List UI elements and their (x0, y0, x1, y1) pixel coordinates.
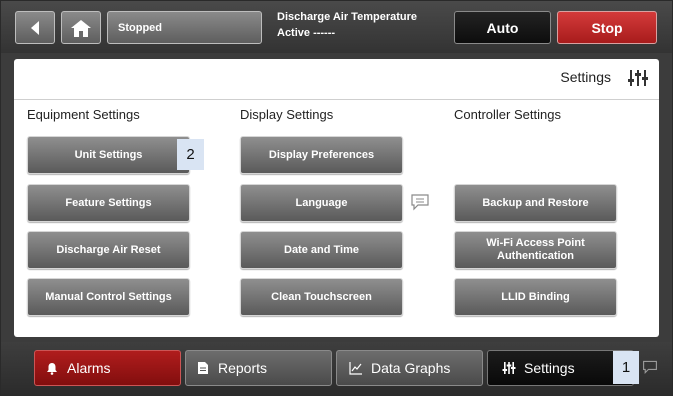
feature-settings-button[interactable]: Feature Settings (27, 184, 190, 222)
unit-settings-button[interactable]: Unit Settings (27, 136, 190, 174)
backup-and-restore-button[interactable]: Backup and Restore (454, 184, 617, 222)
speech-bubble-icon[interactable] (642, 359, 658, 375)
info-status: Active ------ (277, 27, 336, 39)
callout-marker-2: 2 (177, 139, 204, 170)
app-frame: Stopped Discharge Air Temperature Active… (0, 0, 673, 396)
callout-marker-1: 1 (613, 351, 639, 384)
tab-data-graphs-label: Data Graphs (371, 360, 451, 376)
top-bar: Stopped Discharge Air Temperature Active… (1, 1, 672, 53)
header-divider (14, 99, 659, 100)
llid-binding-button[interactable]: LLID Binding (454, 278, 617, 316)
status-display[interactable]: Stopped (107, 11, 262, 44)
speech-bubble-icon[interactable] (410, 193, 430, 211)
display-preferences-button[interactable]: Display Preferences (240, 136, 403, 174)
chart-icon (349, 362, 362, 375)
bottom-nav: Alarms Reports Data Graphs Settings 1 (1, 342, 672, 395)
language-button[interactable]: Language (240, 184, 403, 222)
tab-settings[interactable]: Settings (487, 350, 634, 386)
settings-panel: Settings Equipment Settings Unit Setting… (14, 59, 659, 337)
sliders-icon (628, 70, 648, 86)
auto-button[interactable]: Auto (454, 11, 551, 44)
back-button[interactable] (15, 11, 55, 44)
manual-control-settings-button[interactable]: Manual Control Settings (27, 278, 190, 316)
tab-alarms-label: Alarms (67, 360, 111, 376)
discharge-air-reset-button[interactable]: Discharge Air Reset (27, 231, 190, 269)
discharge-air-info: Discharge Air Temperature Active ------ (277, 9, 447, 47)
info-title: Discharge Air Temperature (277, 11, 417, 23)
page-title: Settings (560, 69, 611, 85)
date-and-time-button[interactable]: Date and Time (240, 231, 403, 269)
controller-settings-heading: Controller Settings (454, 107, 561, 122)
tab-alarms[interactable]: Alarms (34, 350, 181, 386)
bell-icon (47, 363, 57, 375)
document-icon (198, 362, 208, 374)
back-arrow-icon (31, 20, 39, 35)
tab-reports-label: Reports (218, 360, 268, 376)
tab-settings-label: Settings (524, 360, 575, 376)
wifi-access-point-authentication-button[interactable]: Wi-Fi Access Point Authentication (454, 231, 617, 269)
sliders-icon (502, 362, 516, 374)
equipment-settings-heading: Equipment Settings (27, 107, 140, 122)
tab-data-graphs[interactable]: Data Graphs (336, 350, 483, 386)
display-settings-heading: Display Settings (240, 107, 334, 122)
tab-reports[interactable]: Reports (185, 350, 332, 386)
home-icon (71, 19, 91, 37)
stop-button[interactable]: Stop (557, 11, 657, 44)
clean-touchscreen-button[interactable]: Clean Touchscreen (240, 278, 403, 316)
home-button[interactable] (61, 11, 101, 44)
